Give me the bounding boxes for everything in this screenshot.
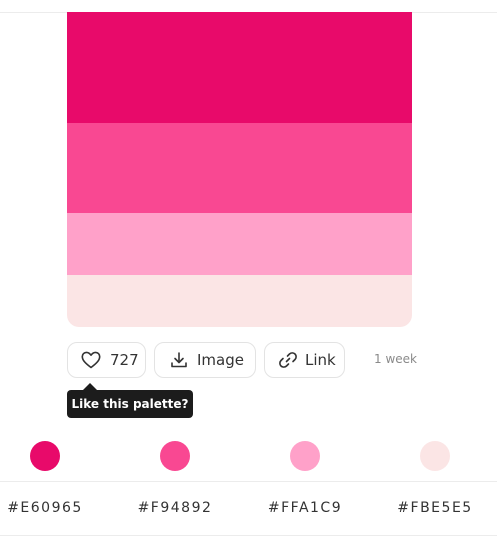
hex-code[interactable]: #E60965	[0, 500, 110, 516]
download-image-button[interactable]: Image	[154, 342, 256, 378]
color-dot[interactable]	[30, 441, 60, 471]
palette-card[interactable]	[67, 12, 412, 327]
tooltip-text: Like this palette?	[71, 397, 189, 411]
palette-age: 1 week	[374, 352, 417, 366]
heart-icon	[80, 349, 102, 371]
tooltip-arrow	[83, 383, 97, 390]
hex-code[interactable]: #F94892	[110, 500, 240, 516]
bottom-divider	[0, 535, 497, 536]
color-divider	[0, 481, 497, 482]
link-icon	[277, 349, 299, 371]
download-icon	[168, 349, 190, 371]
palette-swatch[interactable]	[67, 12, 412, 123]
color-dot[interactable]	[420, 441, 450, 471]
image-button-label: Image	[197, 351, 244, 369]
hex-code[interactable]: #FBE5E5	[370, 500, 497, 516]
palette-swatch[interactable]	[67, 275, 412, 327]
link-button-label: Link	[305, 351, 336, 369]
like-button[interactable]: 727	[67, 342, 146, 378]
color-dot[interactable]	[290, 441, 320, 471]
like-tooltip: Like this palette?	[67, 390, 193, 418]
like-count: 727	[110, 351, 139, 369]
palette-swatch[interactable]	[67, 123, 412, 213]
color-dot[interactable]	[160, 441, 190, 471]
copy-link-button[interactable]: Link	[264, 342, 345, 378]
hex-code[interactable]: #FFA1C9	[240, 500, 370, 516]
palette-swatch[interactable]	[67, 213, 412, 275]
